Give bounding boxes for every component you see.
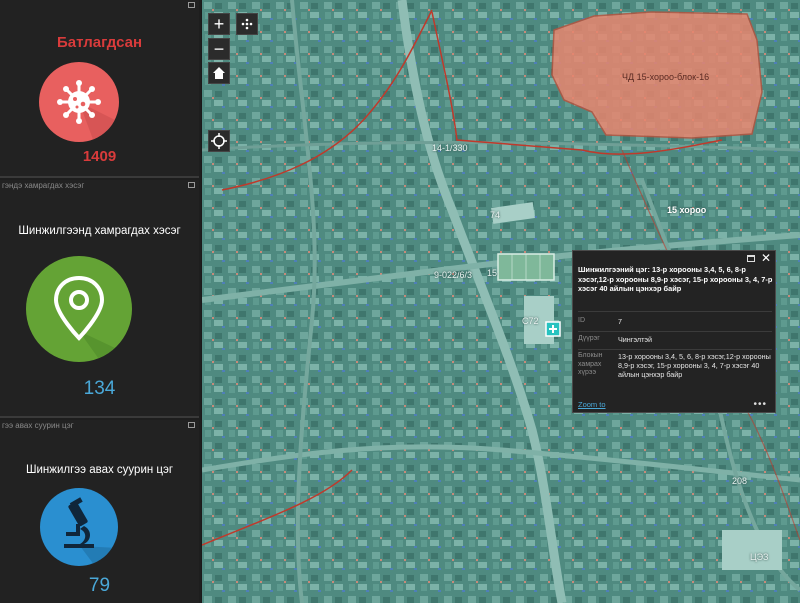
card-title: Шинжилгээнд хамрагдах хэсэг bbox=[18, 225, 181, 237]
popup-field: ID 7 bbox=[578, 317, 774, 329]
parcel-label: С72 bbox=[522, 316, 539, 326]
parcel-label: 14-1/330 bbox=[432, 143, 468, 153]
field-key: Дүүрэг bbox=[578, 335, 600, 342]
popup-field: Дүүрэг Чингэлтэй bbox=[578, 335, 774, 347]
parcel-label: 74 bbox=[490, 210, 501, 220]
feature-popup[interactable]: ✕ Шинжилгээний цэг: 13-р хорооны 3,4, 5,… bbox=[572, 250, 776, 413]
field-key: Блокын хамрах хүрээ bbox=[578, 352, 603, 376]
zoom-in-button[interactable]: + bbox=[208, 13, 230, 35]
popup-field: Блокын хамрах хүрээ 13-р хорооны 3,4, 5,… bbox=[578, 352, 774, 392]
card-caption: гэндэ хамрагдах хэсэг bbox=[2, 181, 85, 190]
indicator-panel: Батлагдсан 1409 гэндэ хамрагдах хэсэг Ши… bbox=[0, 0, 201, 603]
crosshair-icon bbox=[211, 133, 227, 149]
home-button[interactable] bbox=[208, 62, 230, 84]
map-pin-icon bbox=[26, 256, 132, 362]
parcel-label: ЦЭЗ bbox=[750, 552, 769, 562]
close-icon[interactable]: ✕ bbox=[761, 252, 771, 264]
virus-icon bbox=[39, 62, 119, 142]
field-value: 13-р хорооны 3,4, 5, 6, 8-р хэсэг,12-р х… bbox=[618, 352, 771, 379]
card-title: Шинжилгээ авах суурин цэг bbox=[25, 464, 174, 476]
zoom-out-button[interactable]: − bbox=[208, 38, 230, 60]
region-label: ЧД 15-хороо-блок-16 bbox=[622, 72, 710, 82]
parcel-label: 9-022/6/3 bbox=[434, 270, 473, 280]
maximize-icon[interactable] bbox=[188, 422, 195, 428]
khoroo-label: 15 хороо bbox=[667, 205, 707, 215]
home-icon bbox=[213, 67, 225, 79]
more-actions-button[interactable]: ••• bbox=[753, 400, 767, 410]
microscope-icon bbox=[40, 488, 118, 566]
grid-dots-icon bbox=[241, 18, 253, 30]
divider bbox=[578, 331, 772, 332]
dashboard: Батлагдсан 1409 гэндэ хамрагдах хэсэг Ши… bbox=[0, 0, 800, 603]
divider bbox=[578, 349, 772, 350]
card-title: Батлагдсан bbox=[56, 34, 143, 51]
locate-me-button[interactable] bbox=[208, 130, 230, 152]
maximize-icon[interactable] bbox=[188, 2, 195, 8]
popup-title: Шинжилгээний цэг: 13-р хорооны 3,4, 5, 6… bbox=[578, 265, 773, 293]
confirmed-count: 1409 bbox=[82, 148, 117, 165]
divider bbox=[578, 311, 772, 312]
maximize-icon[interactable] bbox=[188, 182, 195, 188]
zoom-to-link[interactable]: Zoom to bbox=[578, 400, 606, 409]
field-value: Чингэлтэй bbox=[618, 335, 653, 344]
test-area-card[interactable]: гэндэ хамрагдах хэсэг Шинжилгээнд хамраг… bbox=[0, 180, 199, 418]
test-point-card[interactable]: гээ авах суурин цэг Шинжилгээ авах суури… bbox=[0, 420, 199, 603]
parcel-label: 15 bbox=[487, 268, 498, 278]
test-area-count: 134 bbox=[83, 378, 116, 399]
field-value: 7 bbox=[618, 317, 622, 326]
card-caption: гээ авах суурин цэг bbox=[2, 421, 74, 430]
test-point-count: 79 bbox=[88, 575, 111, 596]
locate-button[interactable] bbox=[236, 13, 258, 35]
maximize-icon[interactable] bbox=[747, 255, 755, 262]
confirmed-card[interactable]: Батлагдсан 1409 bbox=[0, 0, 199, 178]
field-key: ID bbox=[578, 317, 585, 324]
parcel-label: 208 bbox=[732, 476, 748, 486]
